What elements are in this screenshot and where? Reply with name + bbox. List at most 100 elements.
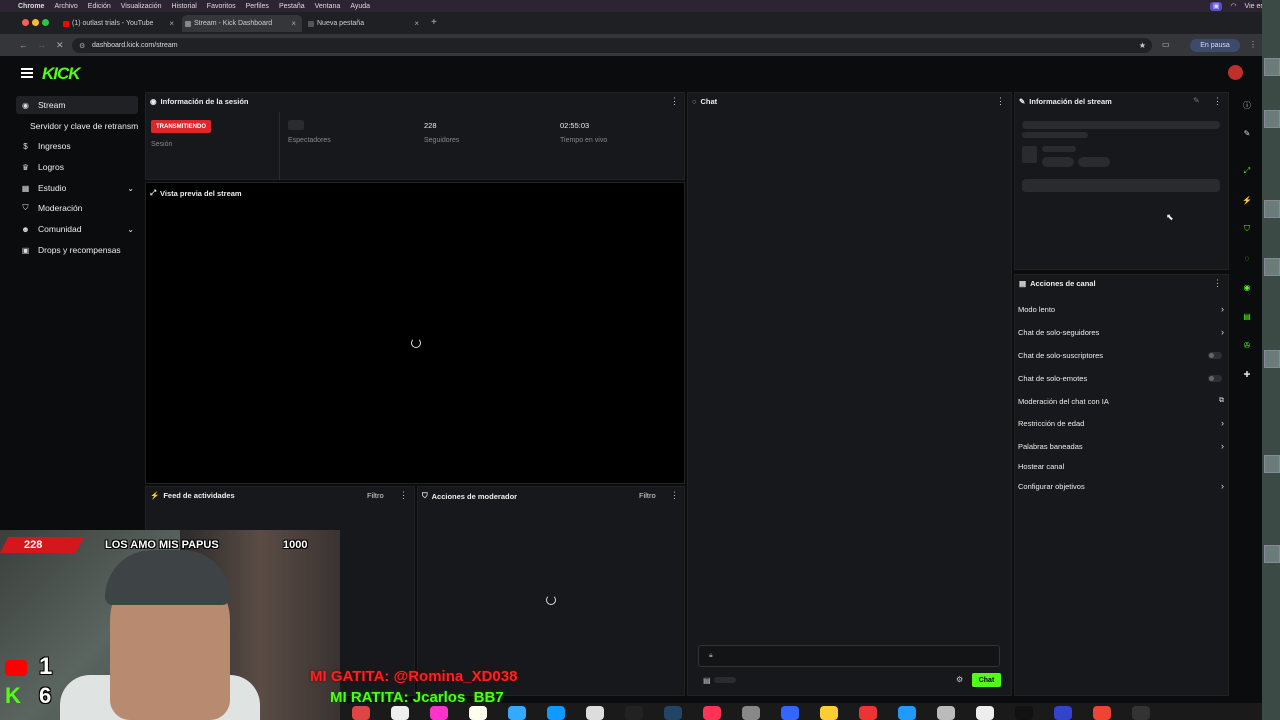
- action-subscribers-only[interactable]: Chat de solo-suscriptores: [1018, 348, 1224, 362]
- dock-app-icon[interactable]: [352, 706, 370, 720]
- tab-kick-dashboard[interactable]: Stream - Kick Dashboard ×: [182, 15, 302, 32]
- sidebar-item-drops[interactable]: ▣ Drops y recompensas: [16, 241, 138, 259]
- kick-logo[interactable]: KICK: [42, 64, 81, 84]
- sidebar-item-estudio[interactable]: ▦ Estudio ⌄: [16, 179, 138, 197]
- send-chat-button[interactable]: Chat: [972, 673, 1001, 687]
- subscribers-only-toggle[interactable]: [1208, 351, 1222, 359]
- action-slow-mode[interactable]: Modo lento ›: [1018, 302, 1224, 316]
- dock-app-icon[interactable]: [508, 706, 526, 720]
- hamburger-menu-icon[interactable]: [21, 68, 33, 78]
- dock-calendar-icon[interactable]: [391, 706, 409, 720]
- dock-tv-icon[interactable]: [625, 706, 643, 720]
- dock-app-icon[interactable]: [1054, 706, 1072, 720]
- dock-obs-icon[interactable]: [1132, 706, 1150, 720]
- browser-menu-icon[interactable]: ⋮: [1249, 40, 1257, 49]
- dock-chrome-icon[interactable]: [1093, 706, 1111, 720]
- dock-app-icon[interactable]: [1015, 706, 1033, 720]
- activity-filter-button[interactable]: Filtro: [367, 491, 384, 500]
- menu-chrome[interactable]: Chrome: [18, 3, 44, 10]
- broadcast-icon[interactable]: ◉: [1240, 280, 1254, 294]
- chat-input[interactable]: 🔒︎: [698, 645, 1000, 667]
- tab-youtube[interactable]: (1) outlast trials - YouTube ×: [60, 15, 180, 32]
- pencil-icon[interactable]: ✎: [1240, 126, 1254, 140]
- sidebar-item-moderacion[interactable]: ⛉ Moderación: [16, 199, 138, 217]
- menu-favoritos[interactable]: Favoritos: [207, 3, 236, 10]
- dock-steam-icon[interactable]: [664, 706, 682, 720]
- action-emotes-only[interactable]: Chat de solo-emotes: [1018, 371, 1224, 385]
- desktop-file-icon[interactable]: [1264, 200, 1280, 218]
- side-panel-icon[interactable]: ▭: [1162, 40, 1170, 49]
- dock-app-icon[interactable]: [859, 706, 877, 720]
- dock-app-icon[interactable]: [781, 706, 799, 720]
- reload-icon[interactable]: ✕: [56, 40, 64, 51]
- add-widget-icon[interactable]: ✚: [1240, 367, 1254, 381]
- forward-icon[interactable]: →: [37, 40, 46, 50]
- wifi-icon[interactable]: ◠: [1230, 2, 1236, 10]
- close-tab-icon[interactable]: ×: [169, 19, 174, 28]
- menu-historial[interactable]: Historial: [172, 3, 197, 10]
- menu-pestana[interactable]: Pestaña: [279, 3, 305, 10]
- back-icon[interactable]: ←: [19, 40, 28, 50]
- desktop-file-icon[interactable]: [1264, 258, 1280, 276]
- bookmark-star-icon[interactable]: ★: [1139, 41, 1146, 50]
- dock-settings-icon[interactable]: [742, 706, 760, 720]
- sidebar-item-stream-key[interactable]: Servidor y clave de retransm: [16, 117, 138, 135]
- chat-bubble-icon[interactable]: ◌: [1240, 251, 1254, 265]
- site-info-icon[interactable]: ⚙: [79, 42, 85, 50]
- dock-app-icon[interactable]: [586, 706, 604, 720]
- more-options-icon[interactable]: ⋮: [1213, 96, 1222, 107]
- info-icon[interactable]: ⓘ: [1240, 98, 1254, 112]
- profile-paused-button[interactable]: En pausa: [1190, 39, 1240, 52]
- desktop-file-icon[interactable]: [1264, 545, 1280, 563]
- edit-icon[interactable]: ✎: [1193, 96, 1200, 105]
- action-followers-only[interactable]: Chat de solo-seguidores ›: [1018, 325, 1224, 339]
- stream-preview-panel[interactable]: [145, 182, 685, 484]
- action-banned-words[interactable]: Palabras baneadas ›: [1018, 439, 1224, 453]
- dock-notes-icon[interactable]: [469, 706, 487, 720]
- more-options-icon[interactable]: ⋮: [1213, 278, 1222, 289]
- screen-record-icon[interactable]: ▣: [1209, 1, 1223, 11]
- sidebar-item-comunidad[interactable]: ☻ Comunidad ⌄: [16, 220, 138, 238]
- desktop-file-icon[interactable]: [1264, 58, 1280, 76]
- dock-app-icon[interactable]: [976, 706, 994, 720]
- desktop-file-icon[interactable]: [1264, 350, 1280, 368]
- address-bar[interactable]: ⚙ dashboard.kick.com/stream ★: [72, 38, 1152, 53]
- tab-new[interactable]: Nueva pestaña ×: [305, 15, 425, 32]
- sliders-icon[interactable]: ▤: [1240, 309, 1254, 323]
- dock-app-icon[interactable]: [820, 706, 838, 720]
- action-age-restriction[interactable]: Restricción de edad ›: [1018, 416, 1224, 430]
- avatar[interactable]: [1228, 65, 1243, 80]
- shield-icon[interactable]: ⛉: [1240, 222, 1254, 236]
- menu-perfiles[interactable]: Perfiles: [246, 3, 269, 10]
- dock-app-icon[interactable]: [430, 706, 448, 720]
- gear-icon[interactable]: ⚙: [956, 675, 963, 684]
- menu-ventana[interactable]: Ventana: [315, 3, 341, 10]
- more-options-icon[interactable]: ⋮: [670, 96, 679, 107]
- menu-archivo[interactable]: Archivo: [54, 3, 77, 10]
- mod-filter-button[interactable]: Filtro: [639, 491, 656, 500]
- sidebar-item-stream[interactable]: ◉ Stream: [16, 96, 138, 114]
- emote-icon[interactable]: ▤: [703, 676, 711, 685]
- more-options-icon[interactable]: ⋮: [670, 490, 679, 501]
- close-tab-icon[interactable]: ×: [414, 19, 419, 28]
- more-options-icon[interactable]: ⋮: [996, 96, 1005, 107]
- close-tab-icon[interactable]: ×: [291, 19, 296, 28]
- new-tab-icon[interactable]: +: [431, 17, 437, 28]
- wrench-icon[interactable]: ✇: [1240, 338, 1254, 352]
- dock-music-icon[interactable]: [703, 706, 721, 720]
- more-options-icon[interactable]: ⋮: [399, 490, 408, 501]
- dock-appstore-icon[interactable]: [898, 706, 916, 720]
- expand-icon[interactable]: ⤢: [1240, 164, 1254, 178]
- action-ai-moderation[interactable]: Moderación del chat con IA ⧉: [1018, 394, 1224, 408]
- bolt-icon[interactable]: ⚡: [1240, 193, 1254, 207]
- desktop-file-icon[interactable]: [1264, 455, 1280, 473]
- menu-edicion[interactable]: Edición: [88, 3, 111, 10]
- menu-visualizacion[interactable]: Visualización: [121, 3, 162, 10]
- desktop-file-icon[interactable]: [1264, 110, 1280, 128]
- action-configure-goals[interactable]: Configurar objetivos ›: [1018, 479, 1224, 493]
- minimize-window-icon[interactable]: [32, 19, 39, 26]
- menu-ayuda[interactable]: Ayuda: [350, 3, 370, 10]
- emotes-only-toggle[interactable]: [1208, 374, 1222, 382]
- action-host-channel[interactable]: Hostear canal: [1018, 459, 1224, 473]
- dock-app-icon[interactable]: [937, 706, 955, 720]
